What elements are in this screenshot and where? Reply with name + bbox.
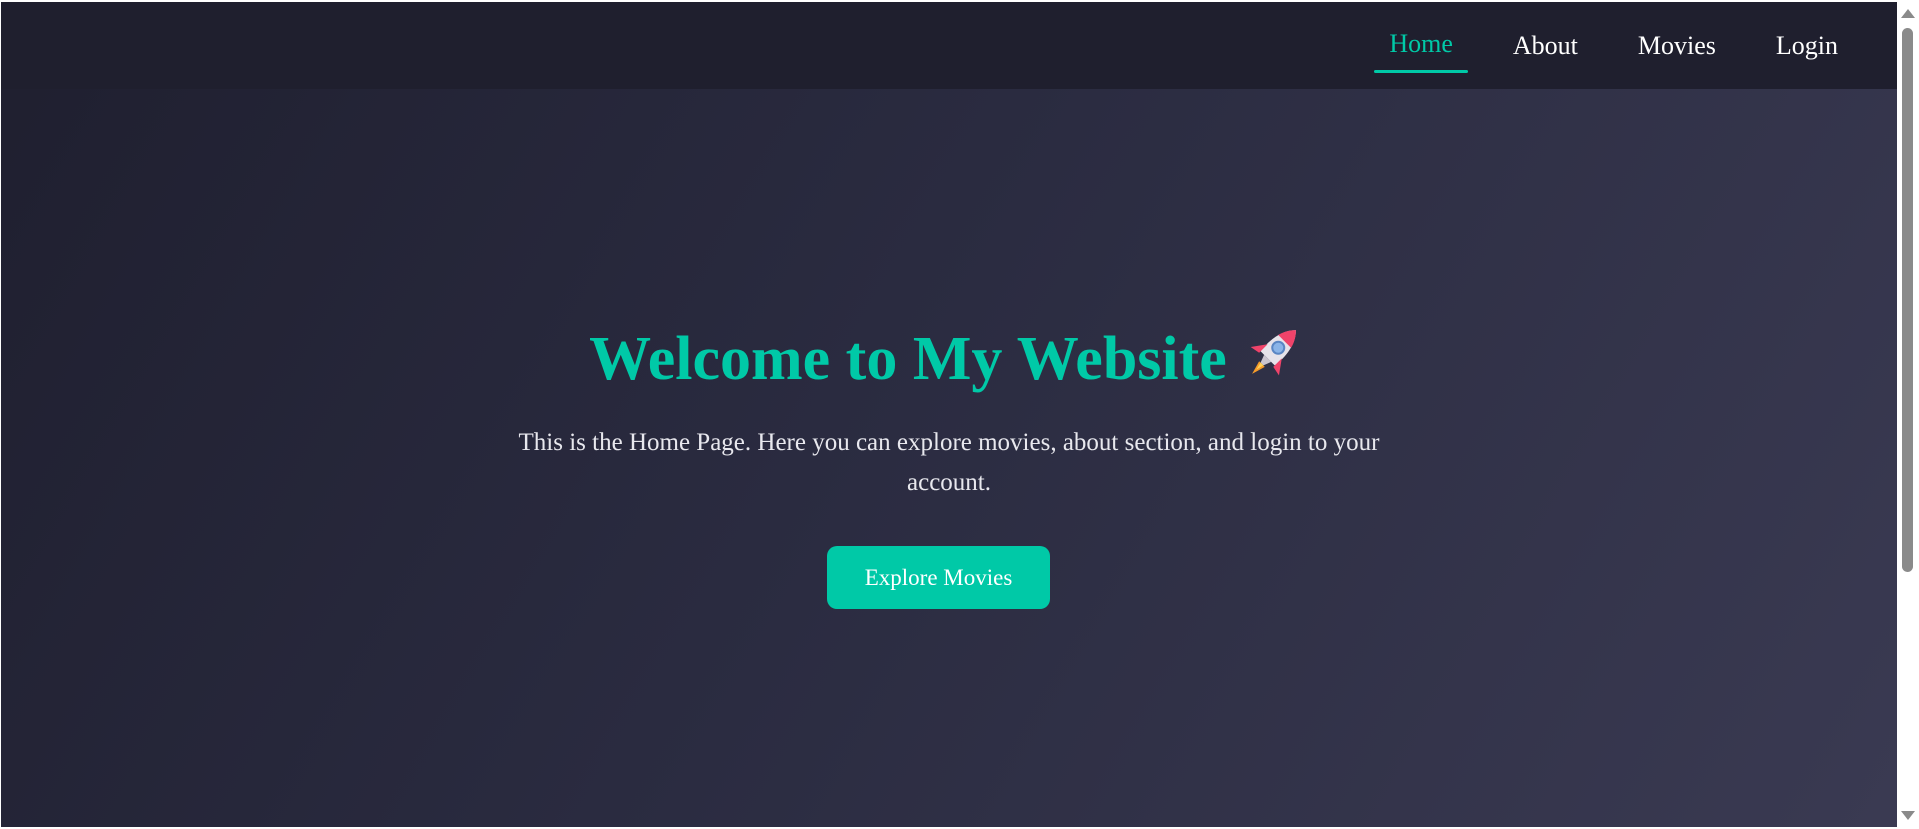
vertical-scrollbar[interactable]	[1897, 2, 1918, 827]
hero-subtitle: This is the Home Page. Here you can expl…	[518, 429, 1380, 496]
scroll-down-arrow-icon[interactable]	[1901, 811, 1915, 820]
nav-link-login[interactable]: Login	[1761, 2, 1853, 89]
scrollbar-thumb[interactable]	[1902, 28, 1913, 572]
nav-link-home[interactable]: Home	[1374, 2, 1468, 89]
hero-title-text: Welcome to My Website	[589, 325, 1227, 393]
nav-link-about[interactable]: About	[1498, 2, 1593, 89]
hero-section: Welcome to My Website This is the Home P…	[1, 89, 1897, 827]
navbar: Home About Movies Login	[1, 2, 1897, 89]
scroll-up-arrow-icon[interactable]	[1901, 9, 1915, 18]
page-viewport: Home About Movies Login Welcome to My We…	[1, 2, 1897, 827]
explore-movies-button[interactable]: Explore Movies	[827, 546, 1050, 609]
nav-link-movies[interactable]: Movies	[1623, 2, 1731, 89]
hero-title: Welcome to My Website	[1, 317, 1897, 397]
nav-links: Home About Movies Login	[1344, 2, 1853, 89]
rocket-icon	[1239, 317, 1309, 387]
